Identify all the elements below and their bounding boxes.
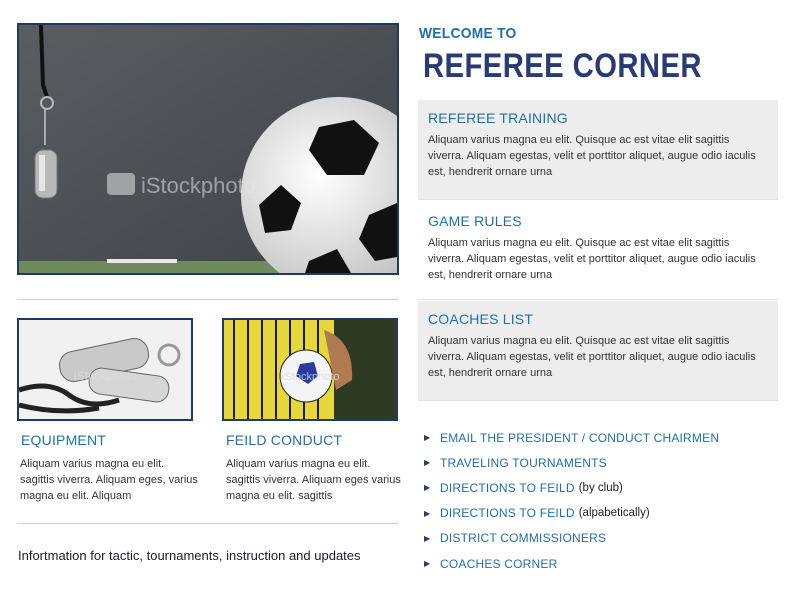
triangle-right-icon: ▶ (424, 508, 431, 518)
panel-title[interactable]: REFEREE TRAINING (428, 110, 768, 126)
tagline: Infortmation for tactic, tournaments, in… (18, 548, 361, 563)
triangle-right-icon: ▶ (424, 533, 431, 543)
watermark-text: iStockphoto (74, 369, 137, 383)
page-title: REFEREE CORNER (423, 47, 702, 85)
quick-links: ▶ EMAIL THE PRESIDENT / CONDUCT CHAIRMEN … (424, 425, 794, 576)
panel-title[interactable]: COACHES LIST (428, 311, 768, 327)
panel-text: Aliquam varius magna eu elit. Quisque ac… (428, 134, 756, 178)
link-item[interactable]: ▶ DIRECTIONS TO FEILD (by club) (424, 475, 794, 500)
panel-text: Aliquam varius magna eu elit. Quisque ac… (428, 237, 756, 281)
link-item[interactable]: ▶ DIRECTIONS TO FEILD (alpabetically) (424, 501, 794, 526)
link-item[interactable]: ▶ COACHES CORNER (424, 551, 794, 576)
feild-conduct-image: iStockphoto (222, 318, 398, 421)
panel-title[interactable]: GAME RULES (428, 213, 768, 229)
link-label[interactable]: DIRECTIONS TO FEILD (440, 481, 575, 495)
link-item[interactable]: ▶ TRAVELING TOURNAMENTS (424, 450, 794, 475)
link-label[interactable]: DISTRICT COMMISSIONERS (440, 531, 606, 545)
triangle-right-icon: ▶ (424, 433, 431, 443)
triangle-right-icon: ▶ (424, 458, 431, 468)
link-label[interactable]: EMAIL THE PRESIDENT / CONDUCT CHAIRMEN (440, 431, 719, 445)
link-item[interactable]: ▶ DISTRICT COMMISSIONERS (424, 526, 794, 551)
feild-conduct-title[interactable]: FEILD CONDUCT (226, 432, 342, 448)
panel-game-rules: GAME RULES Aliquam varius magna eu elit.… (418, 203, 778, 300)
panel-coaches-list: COACHES LIST Aliquam varius magna eu eli… (418, 301, 778, 401)
equipment-text: Aliquam varius magna eu elit. sagittis v… (20, 458, 198, 502)
link-note: (by club) (578, 481, 623, 494)
link-item[interactable]: ▶ EMAIL THE PRESIDENT / CONDUCT CHAIRMEN (424, 425, 794, 450)
welcome-heading: WELCOME TO (419, 25, 517, 42)
panel-text: Aliquam varius magna eu elit. Quisque ac… (428, 335, 756, 379)
feild-conduct-text: Aliquam varius magna eu elit. sagittis v… (226, 458, 401, 502)
watermark-text: iStockphoto (141, 173, 256, 198)
link-note: (alpabetically) (578, 507, 650, 520)
triangle-right-icon: ▶ (424, 559, 431, 569)
equipment-title[interactable]: EQUIPMENT (21, 432, 106, 448)
equipment-image: iStockphoto (17, 318, 193, 421)
triangle-right-icon: ▶ (424, 483, 431, 493)
panel-referee-training: REFEREE TRAINING Aliquam varius magna eu… (418, 100, 778, 200)
link-label[interactable]: TRAVELING TOURNAMENTS (440, 456, 607, 470)
divider (17, 523, 398, 524)
divider (17, 299, 398, 300)
link-label[interactable]: COACHES CORNER (440, 557, 557, 571)
watermark-text: iStockphoto (282, 371, 339, 383)
hero-image: iStockphoto (17, 23, 399, 275)
link-label[interactable]: DIRECTIONS TO FEILD (440, 506, 575, 520)
